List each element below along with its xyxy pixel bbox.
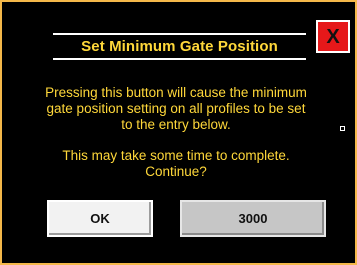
message-paragraph-2: This may take some time to complete. Con…: [62, 148, 290, 179]
close-button[interactable]: X: [316, 20, 350, 53]
dialog-title: Set Minimum Gate Position: [81, 38, 278, 55]
close-icon: X: [326, 25, 340, 48]
dialog-message: Pressing this button will cause the mini…: [42, 85, 310, 180]
ok-button[interactable]: OK: [47, 200, 153, 237]
message-paragraph-1: Pressing this button will cause the mini…: [45, 85, 307, 132]
set-minimum-gate-dialog: Set Minimum Gate Position X Pressing thi…: [0, 0, 357, 265]
scroll-marker-icon: [340, 126, 345, 131]
gate-position-entry-field[interactable]: 3000: [180, 200, 326, 237]
dialog-title-bar: Set Minimum Gate Position: [53, 33, 306, 60]
